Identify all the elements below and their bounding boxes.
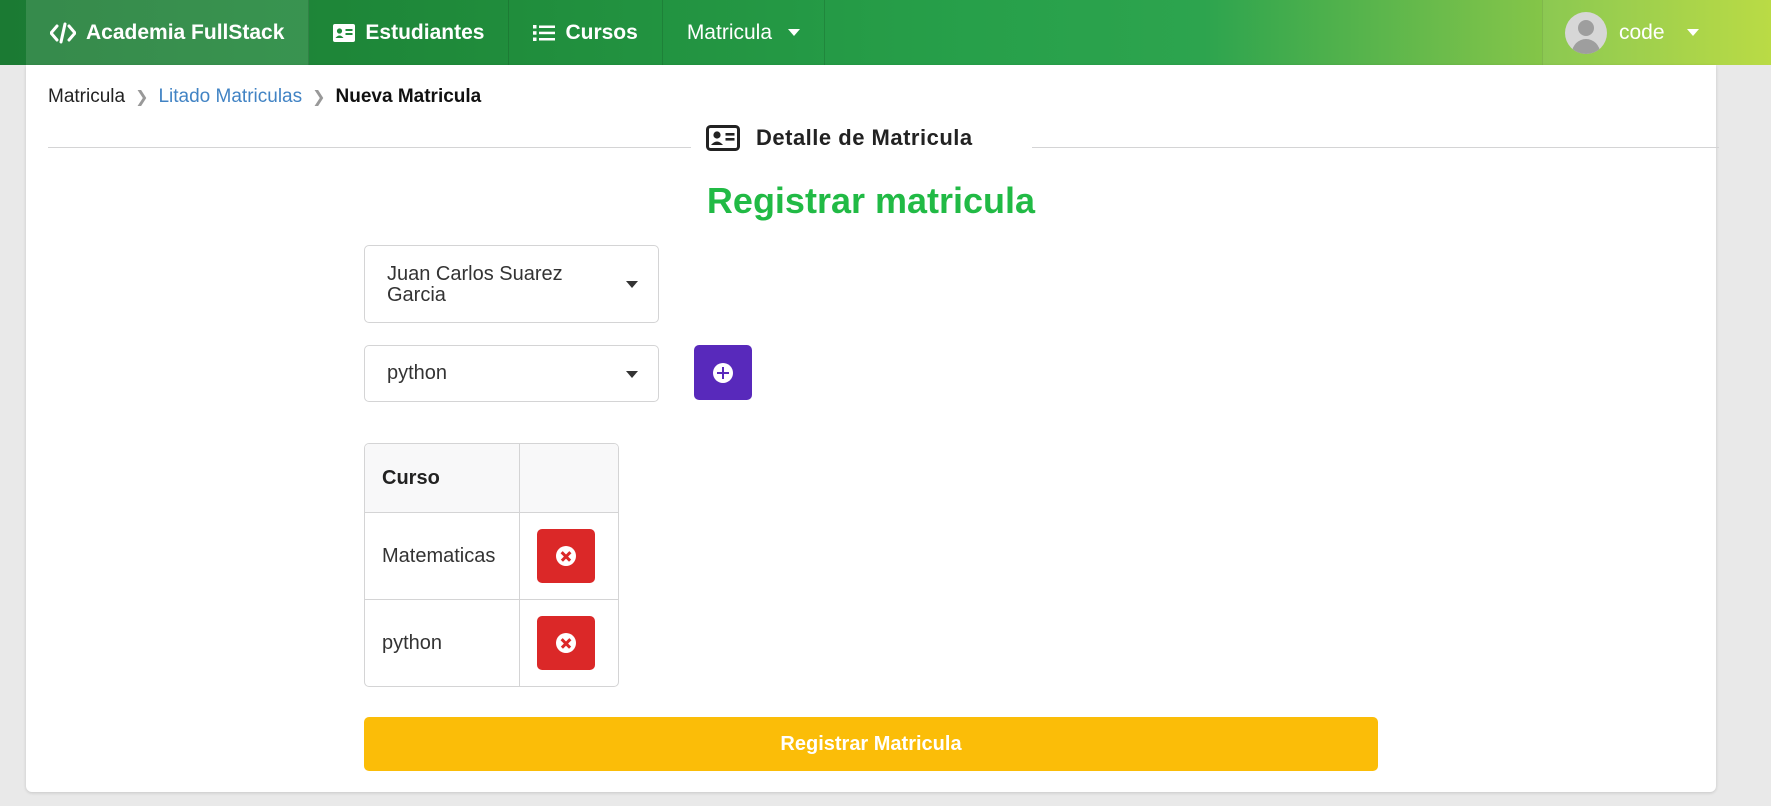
breadcrumb-active: Nueva Matricula <box>335 86 482 107</box>
times-circle-icon <box>556 633 576 653</box>
section-header-label: Detalle de Matricula <box>756 125 973 150</box>
divider-line-right <box>1032 147 1719 148</box>
course-select[interactable]: python <box>364 345 659 402</box>
caret-down-icon <box>626 281 638 288</box>
remove-course-button[interactable] <box>537 616 595 670</box>
table-header-row: Curso <box>365 444 618 513</box>
nav-label-cursos: Cursos <box>565 20 638 44</box>
form-title: Registrar matricula <box>706 180 1036 221</box>
column-header-actions <box>520 444 618 513</box>
add-course-button[interactable] <box>694 345 752 400</box>
action-cell <box>520 513 618 600</box>
student-select[interactable]: Juan Carlos Suarez Garcia <box>364 245 659 323</box>
caret-down-icon <box>788 29 801 36</box>
code-icon <box>50 22 76 43</box>
times-circle-icon <box>556 546 576 566</box>
table-row: Matematicas <box>365 513 618 600</box>
caret-down-icon <box>626 371 638 378</box>
avatar <box>1565 11 1607 54</box>
section-header: Detalle de Matricula <box>706 125 973 151</box>
caret-down-icon <box>1686 29 1699 36</box>
chevron-right-icon: ❯ <box>312 89 326 106</box>
divider-line-left <box>48 147 691 148</box>
nav-label-matricula: Matricula <box>686 20 773 44</box>
brand-link[interactable]: Academia FullStack <box>26 0 310 65</box>
user-name: code <box>1619 20 1665 44</box>
breadcrumb: Matricula ❯ Litado Matriculas ❯ Nueva Ma… <box>48 86 481 108</box>
plus-circle-icon <box>713 362 733 383</box>
remove-course-button[interactable] <box>537 529 595 583</box>
register-enrollment-button[interactable]: Registrar Matricula <box>364 717 1378 771</box>
nav-item-cursos[interactable]: Cursos <box>509 0 663 65</box>
user-menu[interactable]: code <box>1542 0 1771 65</box>
brand-label: Academia FullStack <box>86 20 285 44</box>
course-name-cell: python <box>365 600 520 686</box>
nav-label-estudiantes: Estudiantes <box>365 20 485 44</box>
course-select-value: python <box>387 362 448 384</box>
course-name-cell: Matematicas <box>365 513 520 600</box>
main-card: Matricula ❯ Litado Matriculas ❯ Nueva Ma… <box>26 65 1719 792</box>
breadcrumb-root: Matricula <box>48 86 126 107</box>
courses-table: Curso Matematicas python <box>364 443 619 687</box>
action-cell <box>520 600 618 686</box>
list-icon <box>533 24 556 41</box>
address-card-icon <box>706 125 740 151</box>
chevron-right-icon: ❯ <box>135 89 149 106</box>
column-header-curso: Curso <box>365 444 520 513</box>
id-card-icon <box>333 23 356 42</box>
student-select-value: Juan Carlos Suarez Garcia <box>387 263 563 306</box>
nav-item-estudiantes[interactable]: Estudiantes <box>309 0 510 65</box>
top-navbar: Academia FullStack Estudiantes Cursos Ma… <box>0 0 1771 65</box>
nav-item-matricula[interactable]: Matricula <box>663 0 826 65</box>
breadcrumb-link[interactable]: Litado Matriculas <box>158 86 302 108</box>
table-row: python <box>365 600 618 686</box>
